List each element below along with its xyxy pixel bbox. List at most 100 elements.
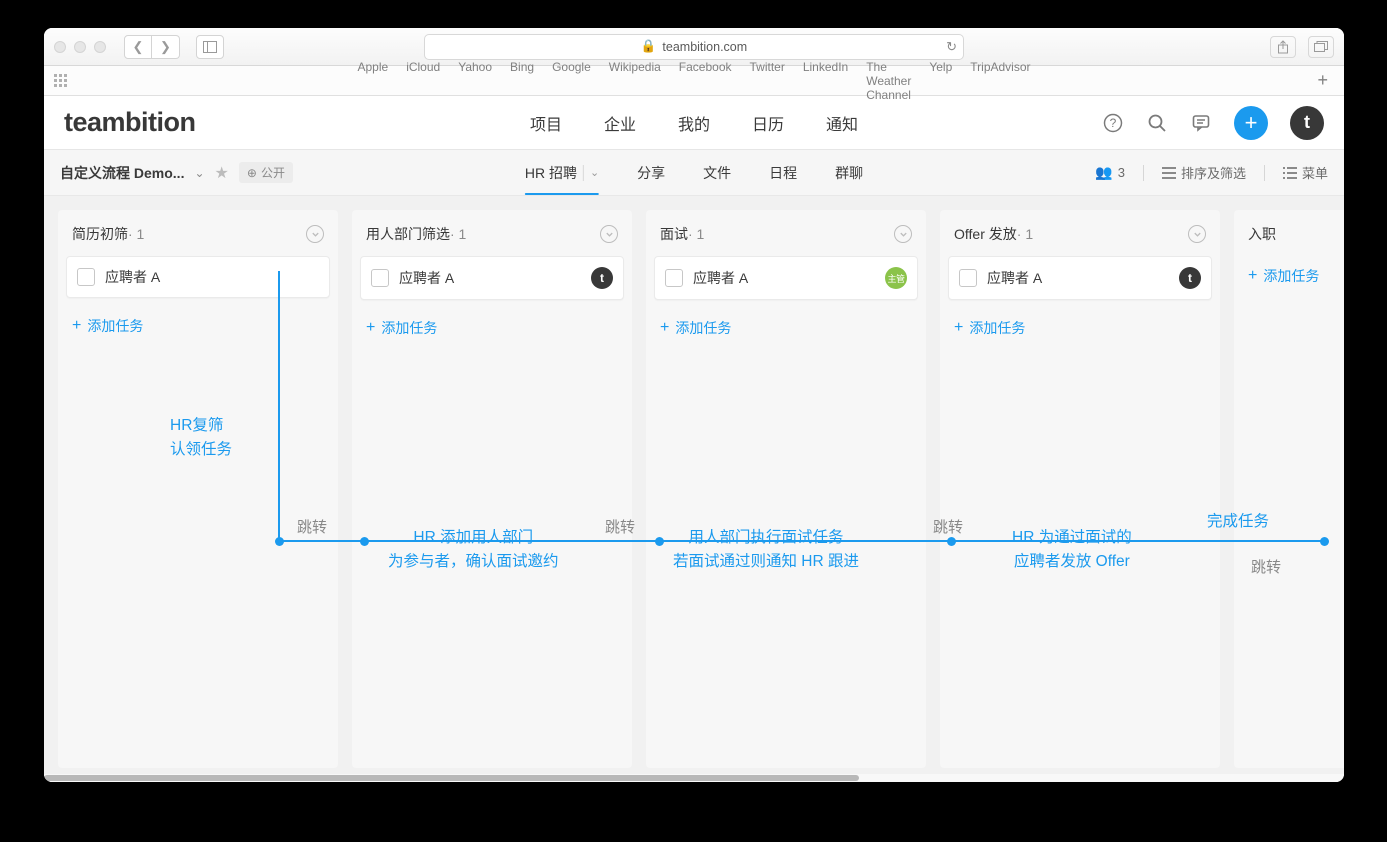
plus-icon: + <box>660 319 669 337</box>
column-menu-button[interactable] <box>306 225 324 243</box>
fullscreen-window-button[interactable] <box>94 41 106 53</box>
help-button[interactable]: ? <box>1102 112 1124 134</box>
task-checkbox[interactable] <box>77 268 95 286</box>
column-count: · 1 <box>128 226 144 242</box>
task-checkbox[interactable] <box>371 269 389 287</box>
separator <box>1143 165 1144 181</box>
people-icon: 👥 <box>1095 164 1112 181</box>
nav-item[interactable]: 通知 <box>826 111 858 135</box>
horizontal-scrollbar[interactable] <box>44 774 1344 782</box>
task-card[interactable]: 应聘者 At <box>360 256 624 300</box>
svg-text:?: ? <box>1110 116 1117 130</box>
task-checkbox[interactable] <box>665 269 683 287</box>
task-title: 应聘者 A <box>987 268 1042 288</box>
column-header[interactable]: 入职 <box>1234 220 1344 256</box>
column-title: 面试 <box>660 224 688 244</box>
project-tab[interactable]: HR 招聘 ⌄ <box>525 150 599 195</box>
column-count: · 1 <box>1017 226 1033 242</box>
task-title: 应聘者 A <box>105 267 160 287</box>
member-count: 3 <box>1118 165 1125 180</box>
project-tab[interactable]: 分享 <box>637 150 665 195</box>
column-header[interactable]: 简历初筛 · 1 <box>58 220 338 256</box>
column-header[interactable]: 用人部门筛选 · 1 <box>352 220 632 256</box>
separator <box>583 165 584 181</box>
column-header[interactable]: Offer 发放 · 1 <box>940 220 1220 256</box>
visibility-pill[interactable]: ⊕ 公开 <box>239 162 293 183</box>
close-window-button[interactable] <box>54 41 66 53</box>
assignee-avatar[interactable]: t <box>591 267 613 289</box>
kanban-column: Offer 发放 · 1 应聘者 A t + 添加任务 <box>940 210 1220 768</box>
chevron-down-icon[interactable]: ⌄ <box>590 166 599 179</box>
minimize-window-button[interactable] <box>74 41 86 53</box>
column-count: · 1 <box>450 226 466 242</box>
app-logo[interactable]: teambition <box>64 107 196 138</box>
menu-icon <box>1283 167 1297 179</box>
app-header: teambition 项目 企业 我的 日历 通知 ? + t <box>44 96 1344 150</box>
separator <box>1264 165 1265 181</box>
chat-button[interactable] <box>1190 112 1212 134</box>
column-menu-button[interactable] <box>1188 225 1206 243</box>
add-task-button[interactable]: + 添加任务 <box>940 308 1220 348</box>
new-tab-button[interactable]: + <box>1311 70 1334 91</box>
add-task-button[interactable]: +添加任务 <box>352 308 632 348</box>
project-tab-label: 分享 <box>637 163 665 183</box>
project-dropdown-icon[interactable]: ⌄ <box>194 166 204 180</box>
column-count: · 1 <box>688 226 704 242</box>
nav-item[interactable]: 我的 <box>678 111 710 135</box>
address-host: teambition.com <box>662 40 747 54</box>
add-task-button[interactable]: +添加任务 <box>58 306 338 346</box>
star-button[interactable]: ★ <box>215 163 229 183</box>
sort-filter-button[interactable]: 排序及筛选 <box>1162 163 1246 182</box>
project-tab-label: 日程 <box>769 163 797 183</box>
kanban-column: 面试 · 1应聘者 A主管+添加任务 <box>646 210 926 768</box>
user-avatar[interactable]: t <box>1290 106 1324 140</box>
kanban-board: 简历初筛 · 1应聘者 A+添加任务用人部门筛选 · 1应聘者 At+添加任务面… <box>44 196 1344 782</box>
kanban-column: 简历初筛 · 1 应聘者 A +添加任务 <box>58 210 338 768</box>
column-title: 用人部门筛选 <box>366 224 450 244</box>
address-bar[interactable]: 🔒 teambition.com ↻ <box>424 34 964 60</box>
add-task-button[interactable]: + 添加任务 <box>646 308 926 348</box>
column-title: 简历初筛 <box>72 224 128 244</box>
members-button[interactable]: 👥 3 <box>1095 164 1125 181</box>
column-title: Offer 发放 <box>954 224 1017 244</box>
scrollbar-thumb[interactable] <box>44 775 859 781</box>
lock-icon: 🔒 <box>641 39 657 54</box>
project-tab[interactable]: 日程 <box>769 150 797 195</box>
add-task-label: 添加任务 <box>87 316 143 336</box>
column-menu-button[interactable] <box>894 225 912 243</box>
add-task-label: 添加任务 <box>675 318 731 338</box>
reload-icon[interactable]: ↻ <box>946 39 957 55</box>
traffic-lights <box>54 41 106 53</box>
search-button[interactable] <box>1146 112 1168 134</box>
visibility-label: 公开 <box>261 164 285 181</box>
column-header[interactable]: 面试 · 1 <box>646 220 926 256</box>
add-task-label: 添加任务 <box>969 318 1025 338</box>
top-sites-icon[interactable] <box>54 74 72 88</box>
task-card[interactable]: 应聘者 A t <box>948 256 1212 300</box>
back-button[interactable]: ❮ <box>124 35 152 59</box>
column-title: 入职 <box>1248 224 1276 244</box>
nav-item[interactable]: 日历 <box>752 111 784 135</box>
plus-icon: + <box>366 319 375 337</box>
assignee-avatar[interactable]: t <box>1179 267 1201 289</box>
add-task-button[interactable]: +添加任务 <box>1234 256 1344 296</box>
nav-item[interactable]: 企业 <box>604 111 636 135</box>
project-tab-label: HR 招聘 <box>525 163 577 183</box>
share-button[interactable] <box>1270 36 1296 58</box>
forward-button[interactable]: ❯ <box>152 35 180 59</box>
plus-icon: + <box>954 319 963 337</box>
tabs-button[interactable] <box>1308 36 1334 58</box>
nav-item[interactable]: 项目 <box>530 111 562 135</box>
menu-button[interactable]: 菜单 <box>1283 163 1328 182</box>
sidebar-toggle-button[interactable] <box>196 35 224 59</box>
task-card[interactable]: 应聘者 A主管 <box>654 256 918 300</box>
add-task-label: 添加任务 <box>1263 266 1319 286</box>
column-menu-button[interactable] <box>600 225 618 243</box>
project-tab[interactable]: 文件 <box>703 150 731 195</box>
project-tab[interactable]: 群聊 <box>835 150 863 195</box>
add-button[interactable]: + <box>1234 106 1268 140</box>
task-checkbox[interactable] <box>959 269 977 287</box>
project-name[interactable]: 自定义流程 Demo... <box>60 163 184 183</box>
kanban-column: 入职 +添加任务 <box>1234 210 1344 768</box>
task-card[interactable]: 应聘者 A <box>66 256 330 298</box>
